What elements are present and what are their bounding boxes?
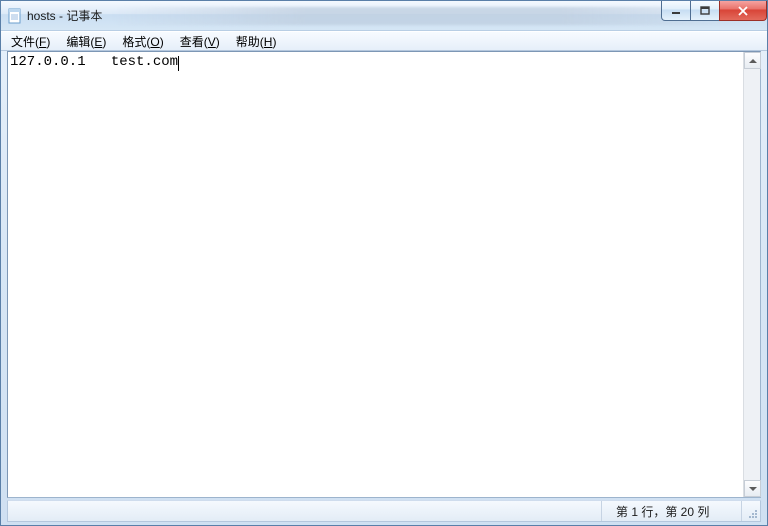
text-caret xyxy=(178,56,179,71)
window-controls xyxy=(662,1,767,30)
titlebar[interactable]: hosts - 记事本 xyxy=(1,1,767,31)
menu-file[interactable]: 文件(F) xyxy=(3,32,58,51)
maximize-button[interactable] xyxy=(690,1,720,21)
resize-grip[interactable] xyxy=(742,501,760,521)
window-title: hosts - 记事本 xyxy=(27,7,102,24)
notepad-window: hosts - 记事本 文件(F) 编辑(E) 格式(O) 查看(V) 帮助(H… xyxy=(0,0,768,526)
editor-frame: 127.0.0.1 test.com xyxy=(7,51,761,498)
client-area: 127.0.0.1 test.com 第 1 行，第 20 列 xyxy=(1,51,767,525)
close-button[interactable] xyxy=(719,1,767,21)
chevron-up-icon xyxy=(749,59,757,63)
title-blur-area xyxy=(112,7,755,25)
scroll-down-button[interactable] xyxy=(744,480,761,497)
minimize-button[interactable] xyxy=(661,1,691,21)
scroll-up-button[interactable] xyxy=(744,52,761,69)
text-editor[interactable]: 127.0.0.1 test.com xyxy=(8,52,743,497)
status-spacer xyxy=(8,501,602,521)
status-cursor-position: 第 1 行，第 20 列 xyxy=(602,501,742,521)
menu-help[interactable]: 帮助(H) xyxy=(228,32,285,51)
vertical-scrollbar[interactable] xyxy=(743,52,760,497)
editor-content: 127.0.0.1 test.com xyxy=(10,54,178,70)
statusbar: 第 1 行，第 20 列 xyxy=(7,500,761,522)
menu-edit[interactable]: 编辑(E) xyxy=(58,32,114,51)
notepad-icon xyxy=(7,8,23,24)
chevron-down-icon xyxy=(749,487,757,491)
menu-format[interactable]: 格式(O) xyxy=(114,32,171,51)
menubar: 文件(F) 编辑(E) 格式(O) 查看(V) 帮助(H) xyxy=(1,31,767,51)
menu-view[interactable]: 查看(V) xyxy=(172,32,228,51)
